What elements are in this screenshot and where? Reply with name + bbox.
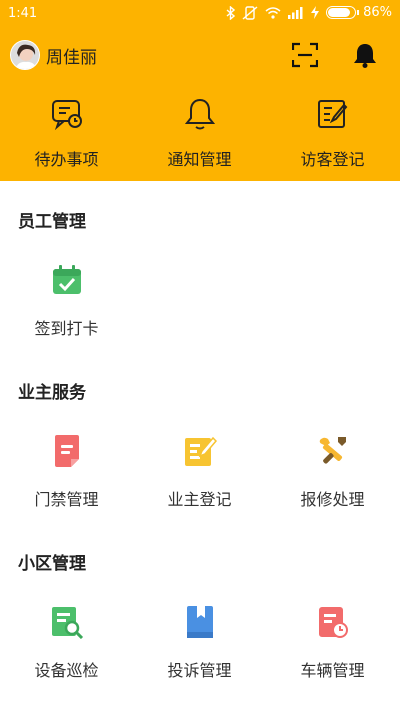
checkin-label: 签到打卡 [34, 319, 99, 338]
bluetooth-icon [226, 5, 236, 20]
book-icon [182, 604, 218, 640]
signal-icon [288, 7, 303, 19]
access-control-label: 门禁管理 [34, 490, 99, 509]
inspection-item[interactable]: 设备巡检 [0, 604, 133, 681]
user-name: 周佳丽 [46, 47, 97, 68]
vehicle-item[interactable]: 车辆管理 [266, 604, 399, 681]
section-owner-items: 门禁管理 业主登记 报修处理 [0, 433, 400, 510]
header-actions [290, 40, 380, 70]
vehicle-label: 车辆管理 [300, 661, 365, 680]
quick-visitor[interactable]: 访客登记 [266, 96, 399, 170]
edit-icon [182, 433, 218, 469]
quick-actions: 待办事项 通知管理 访客登记 [0, 96, 400, 170]
vehicle-doc-icon [315, 604, 351, 640]
inspect-icon [49, 604, 85, 640]
header: 1:41 86% 周佳丽 待办事项 通知管理 访客登记 [0, 0, 400, 181]
scan-button[interactable] [290, 40, 320, 70]
section-staff-items: 签到打卡 [0, 262, 400, 339]
owner-register-label: 业主登记 [167, 490, 232, 509]
section-title-community: 小区管理 [18, 554, 86, 574]
tools-icon [315, 433, 351, 469]
bell-icon [354, 44, 376, 68]
notification-button[interactable] [350, 40, 380, 70]
scan-icon [292, 42, 318, 68]
section-title-staff: 员工管理 [18, 212, 86, 232]
wifi-icon [265, 7, 281, 19]
charging-icon [311, 6, 320, 19]
access-control-item[interactable]: 门禁管理 [0, 433, 133, 510]
quick-visitor-label: 访客登记 [300, 150, 365, 169]
quick-notice[interactable]: 通知管理 [133, 96, 266, 170]
quick-notice-label: 通知管理 [167, 150, 232, 169]
status-bar: 1:41 86% [0, 0, 400, 28]
edit-register-icon [315, 96, 351, 132]
user-bar[interactable]: 周佳丽 [10, 40, 97, 70]
repair-label: 报修处理 [300, 490, 365, 509]
battery-level [328, 8, 351, 17]
avatar[interactable] [10, 40, 40, 70]
vibrate-off-icon [242, 5, 258, 20]
complaint-item[interactable]: 投诉管理 [133, 604, 266, 681]
repair-item[interactable]: 报修处理 [266, 433, 399, 510]
checkin-item[interactable]: 签到打卡 [0, 262, 133, 339]
complaint-label: 投诉管理 [167, 661, 232, 680]
document-icon [49, 433, 85, 469]
calendar-check-icon [49, 262, 85, 298]
bell-outline-icon [182, 96, 218, 132]
battery-percent: 86% [363, 5, 392, 20]
status-time: 1:41 [8, 6, 38, 21]
battery-icon [326, 6, 360, 19]
section-community-items: 设备巡检 投诉管理 车辆管理 [0, 604, 400, 681]
todo-chat-icon [49, 96, 85, 132]
quick-todo[interactable]: 待办事项 [0, 96, 133, 170]
inspection-label: 设备巡检 [34, 661, 99, 680]
quick-todo-label: 待办事项 [34, 150, 99, 169]
section-title-owner: 业主服务 [18, 383, 86, 403]
owner-register-item[interactable]: 业主登记 [133, 433, 266, 510]
status-icons: 86% [226, 5, 392, 20]
